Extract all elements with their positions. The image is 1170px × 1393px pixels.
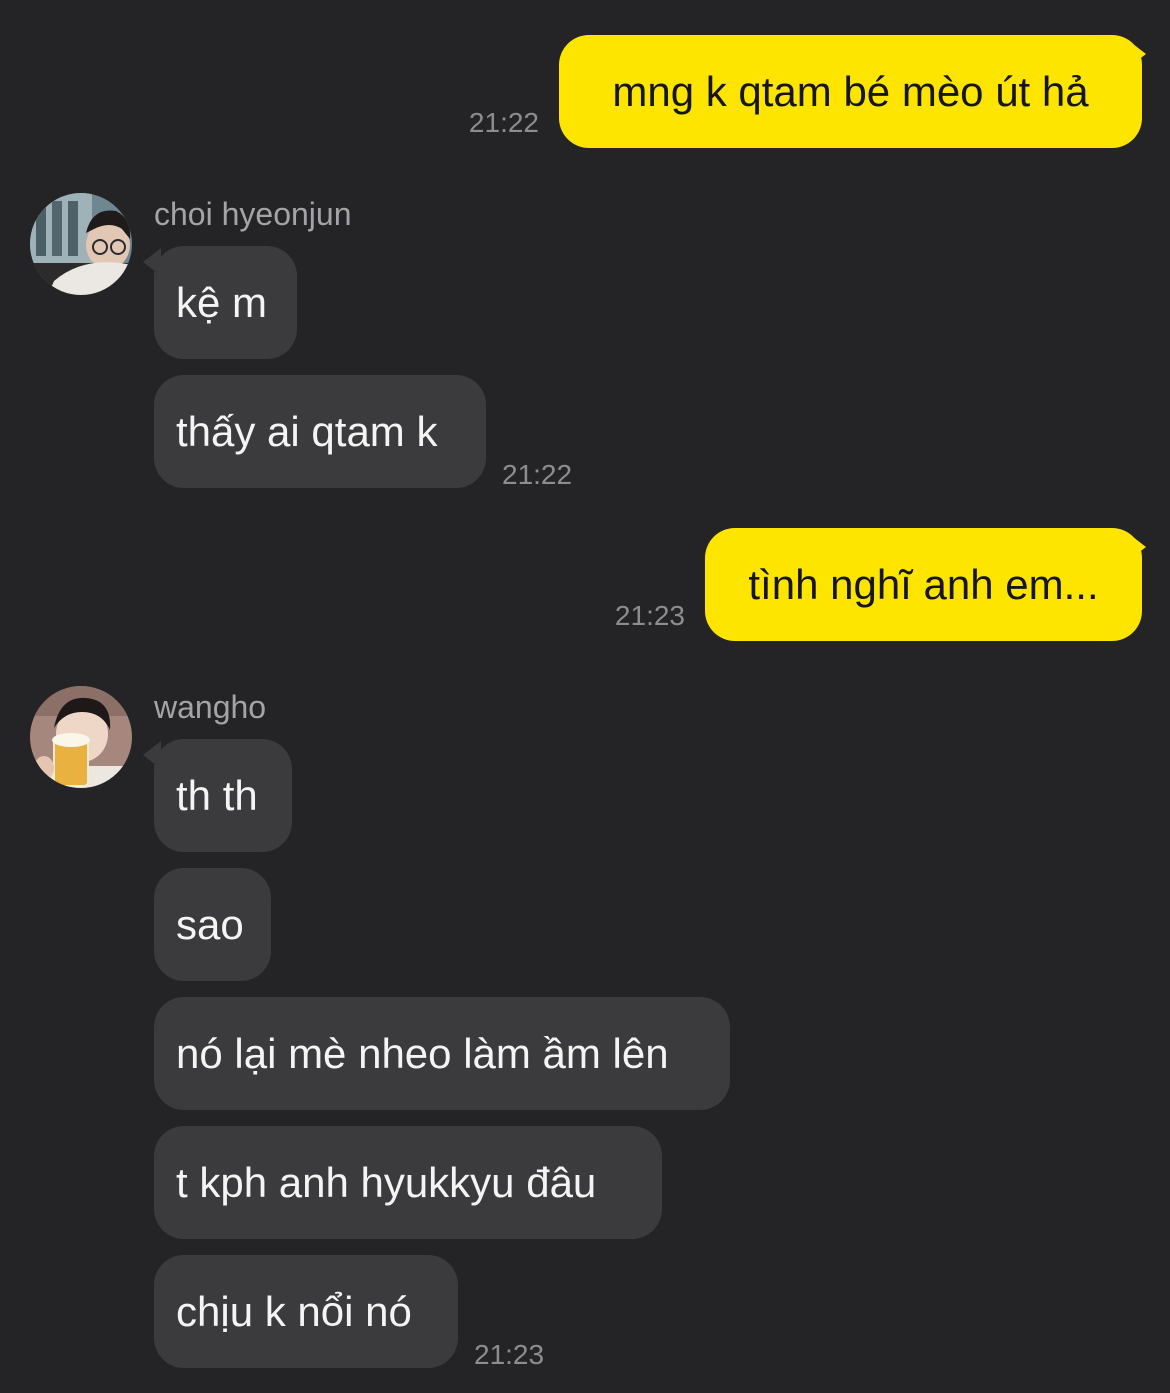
- sent-bubble-tail: [1128, 533, 1146, 561]
- user-avatar-icon: [30, 193, 132, 295]
- received-message-bubble[interactable]: sao: [154, 868, 271, 981]
- sent-bubble-tail: [1128, 40, 1146, 68]
- message-timestamp: 21:23: [614, 600, 685, 631]
- avatar[interactable]: [30, 686, 132, 788]
- message-timestamp: 21:23: [474, 1339, 545, 1370]
- sender-name: wangho: [154, 689, 267, 725]
- received-message-bubble[interactable]: kệ m: [154, 246, 297, 359]
- sent-message-bubble[interactable]: mng k qtam bé mèo út hả: [559, 35, 1142, 148]
- chat-message-list[interactable]: 21:22 mng k qtam bé mèo út hả choi hyeon…: [0, 0, 1170, 1393]
- message-timestamp: 21:22: [502, 459, 573, 490]
- received-message-bubble[interactable]: chịu k nổi nó: [154, 1255, 458, 1368]
- message-timestamp: 21:22: [468, 107, 539, 138]
- received-message-bubble[interactable]: nó lại mè nheo làm ầm lên: [154, 997, 730, 1110]
- user-avatar-icon: [30, 686, 132, 788]
- received-message-bubble[interactable]: t kph anh hyukkyu đâu: [154, 1126, 662, 1239]
- sent-message-bubble[interactable]: tình nghĩ anh em...: [705, 528, 1142, 641]
- avatar[interactable]: [30, 193, 132, 295]
- sender-name: choi hyeonjun: [154, 196, 352, 232]
- received-message-bubble[interactable]: thấy ai qtam k: [154, 375, 486, 488]
- received-message-bubble[interactable]: th th: [154, 739, 292, 852]
